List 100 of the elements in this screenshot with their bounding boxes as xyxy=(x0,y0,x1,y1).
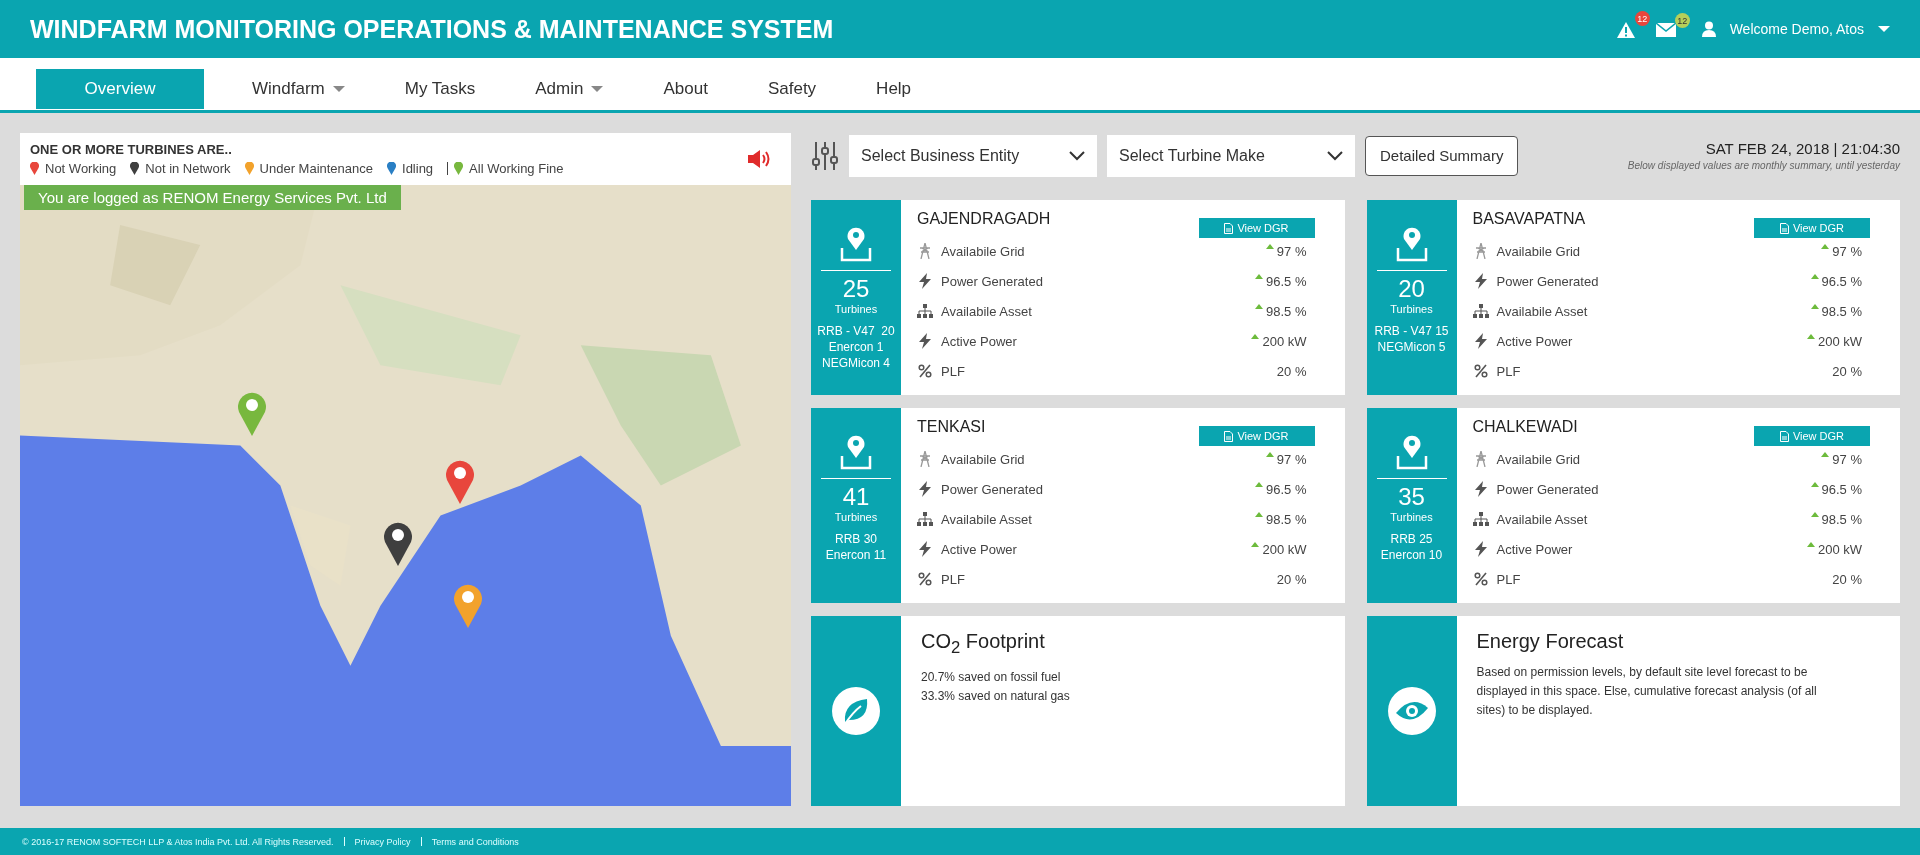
metric-label: PLF xyxy=(1496,571,1522,587)
legend-label: Not Working xyxy=(45,161,117,176)
nav-tab[interactable]: Help xyxy=(850,69,938,109)
leaf-icon xyxy=(831,686,881,736)
pylon-icon xyxy=(917,243,933,259)
metric-label: Availabile Grid xyxy=(941,451,1026,467)
nav-tab[interactable]: My Tasks xyxy=(378,69,502,109)
info-text: 33.3% saved on natural gas xyxy=(921,688,1070,705)
date-time: SAT FEB 24, 2018 | 21:04:30 xyxy=(1705,140,1900,157)
nav-tab[interactable]: Safety xyxy=(741,69,843,109)
hierarchy-icon xyxy=(917,304,933,318)
metric-label: Availabile Grid xyxy=(941,243,1026,259)
metric-value: 96.5 % xyxy=(1266,481,1307,497)
metric-label: Active Power xyxy=(941,333,1018,349)
lightning-icon xyxy=(1472,333,1489,349)
turbine-count: 35 xyxy=(1376,478,1447,511)
metric-value: 96.5 % xyxy=(1821,273,1862,289)
turbine-make: Enercon 10 xyxy=(1380,547,1443,563)
chevron-down-icon xyxy=(1327,150,1343,161)
document-icon xyxy=(1779,222,1789,234)
metric-label: Availabile Asset xyxy=(1496,511,1589,527)
metric-value: 20 % xyxy=(1276,571,1307,587)
turbine-count: 41 xyxy=(821,478,891,511)
metric-value: 200 kW xyxy=(1262,541,1307,557)
metric-label: Availabile Asset xyxy=(1496,303,1589,319)
info-title: Energy Forecast xyxy=(1476,630,1625,653)
metric-value: 200 kW xyxy=(1262,333,1307,349)
lightning-icon xyxy=(1472,481,1489,497)
metric-value: 98.5 % xyxy=(1821,303,1862,319)
metric-label: Power Generated xyxy=(941,273,1044,289)
site-name: BASAVAPATNA xyxy=(1472,210,1586,228)
nav-tab[interactable]: Admin xyxy=(509,69,630,109)
document-icon xyxy=(1224,430,1234,442)
pylon-icon xyxy=(917,451,933,467)
lightning-icon xyxy=(917,273,933,289)
metric-value: 200 kW xyxy=(1817,333,1862,349)
lightning-icon xyxy=(917,333,933,349)
location-pin-icon xyxy=(839,226,873,262)
info-title: CO$_{2}$ Footprint xyxy=(921,630,1046,658)
summary-note: Below displayed values are monthly summary, until yesterday xyxy=(1627,160,1900,171)
filter-sliders-icon[interactable] xyxy=(811,140,839,171)
dropdown[interactable]: Select Business Entity xyxy=(849,134,1097,177)
metric-label: Availabile Asset xyxy=(941,303,1033,319)
turbine-count: 25 xyxy=(821,270,891,303)
metric-label: PLF xyxy=(941,571,966,587)
percent-icon xyxy=(1472,364,1489,378)
message-count-badge: 12 xyxy=(1674,13,1690,28)
hierarchy-icon xyxy=(1472,512,1489,526)
lightning-icon xyxy=(917,541,933,557)
turbine-make: RRB 25 xyxy=(1390,531,1433,547)
document-icon xyxy=(1779,430,1789,442)
percent-icon xyxy=(917,364,933,378)
turbine-unit: Turbines xyxy=(834,303,878,315)
site-name: GAJENDRAGADH xyxy=(917,210,1051,228)
copyright-text: © 2016-17 RENOM SOFTECH LLP & Atos India Pvt. Ltd. All Rights Reserved. xyxy=(22,836,334,847)
metric-value: 96.5 % xyxy=(1821,481,1862,497)
hierarchy-icon xyxy=(917,512,933,526)
metric-value: 200 kW xyxy=(1817,541,1862,557)
dropdown[interactable]: Select Turbine Make xyxy=(1107,134,1355,177)
app-title: WINDFARM MONITORING OPERATIONS & MAINTENANCE SYSTEM xyxy=(30,14,834,44)
turbine-make: NEGMicon 5 xyxy=(1377,339,1446,355)
turbine-make: Enercon 1 xyxy=(828,339,884,355)
metric-label: Power Generated xyxy=(1496,481,1600,497)
caret-icon xyxy=(1878,25,1890,33)
chevron-down-icon xyxy=(1069,150,1085,161)
legend-label: Under Maintenance xyxy=(259,161,373,176)
metric-value: 20 % xyxy=(1276,363,1307,379)
turbine-unit: Turbines xyxy=(1390,303,1433,315)
eye-icon xyxy=(1386,686,1437,736)
metric-value: 97 % xyxy=(1832,451,1862,467)
turbine-make: RRB 30 xyxy=(835,531,877,547)
nav-tab[interactable]: Windfarm xyxy=(226,69,371,109)
turbine-count: 20 xyxy=(1376,270,1447,303)
metric-value: 97 % xyxy=(1276,451,1307,467)
hierarchy-icon xyxy=(1472,304,1489,318)
legend-label: Not in Network xyxy=(145,161,231,176)
legend-heading: ONE OR MORE TURBINES ARE.. xyxy=(30,142,233,157)
metric-value: 20 % xyxy=(1832,571,1862,587)
metric-value: 20 % xyxy=(1832,363,1862,379)
location-pin-icon xyxy=(1394,434,1429,470)
metric-label: Active Power xyxy=(941,541,1018,557)
metric-value: 98.5 % xyxy=(1266,303,1307,319)
info-text: 20.7% saved on fossil fuel xyxy=(921,669,1062,686)
metric-label: Availabile Grid xyxy=(1496,451,1582,467)
metric-label: Availabile Asset xyxy=(941,511,1033,527)
turbine-unit: Turbines xyxy=(834,511,878,523)
metric-label: Availabile Grid xyxy=(1496,243,1582,259)
lightning-icon xyxy=(1472,273,1489,289)
metric-value: 98.5 % xyxy=(1266,511,1307,527)
location-pin-icon xyxy=(1394,226,1429,262)
nav-tab[interactable]: About xyxy=(637,69,734,109)
metric-label: PLF xyxy=(1496,363,1522,379)
legend-label: Idling xyxy=(402,161,434,176)
percent-icon xyxy=(1472,572,1489,586)
map-pin-icon[interactable] xyxy=(382,520,415,567)
detailed-summary-button[interactable]: Detailed Summary xyxy=(1365,135,1519,176)
metric-label: PLF xyxy=(941,363,966,379)
metric-label: Power Generated xyxy=(941,481,1044,497)
document-icon xyxy=(1224,222,1234,234)
location-pin-icon xyxy=(839,434,873,470)
